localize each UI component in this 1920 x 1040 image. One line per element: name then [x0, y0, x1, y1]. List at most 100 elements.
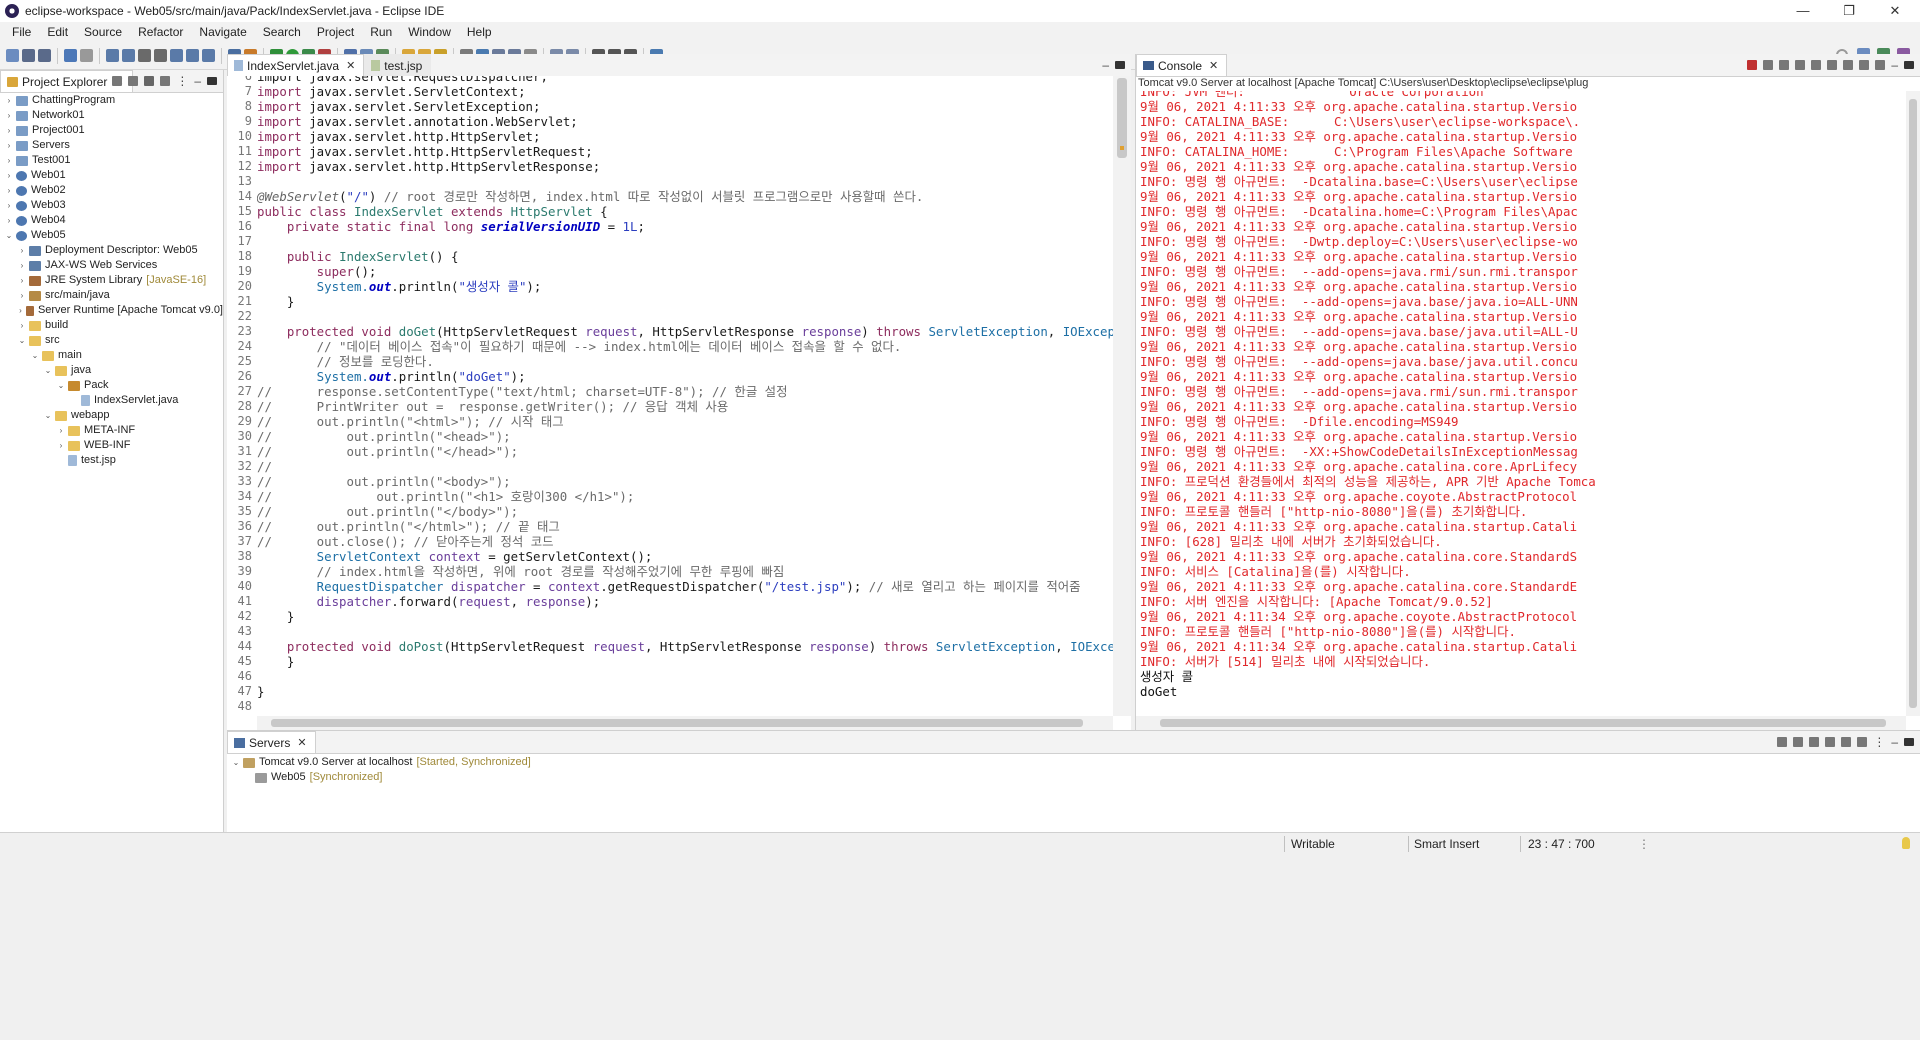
expand-arrow-icon[interactable]: ›: [17, 273, 27, 288]
status-menu-icon[interactable]: ⋮: [1638, 837, 1650, 851]
link-with-editor-icon[interactable]: [128, 76, 139, 86]
resume-icon[interactable]: [106, 49, 119, 62]
start-server-icon[interactable]: [1809, 737, 1820, 747]
pin-console-icon[interactable]: [1843, 60, 1854, 70]
tree-item[interactable]: › Test001: [0, 153, 223, 168]
skip-breakpoints-icon[interactable]: [80, 49, 93, 62]
maximize-view-icon[interactable]: [1904, 738, 1914, 746]
tree-item[interactable]: ⌄ Pack: [0, 378, 223, 393]
menu-help[interactable]: Help: [459, 25, 500, 39]
tree-item[interactable]: › Deployment Descriptor: Web05: [0, 243, 223, 258]
step-into-icon[interactable]: [170, 49, 183, 62]
collapse-all-icon[interactable]: [112, 76, 123, 86]
tab-console[interactable]: Console ✕: [1136, 54, 1228, 76]
profile-server-icon[interactable]: [1825, 737, 1836, 747]
close-icon[interactable]: ✕: [297, 736, 306, 749]
tree-item[interactable]: › ChattingProgram: [0, 93, 223, 108]
expand-arrow-icon[interactable]: ›: [56, 438, 66, 453]
collapse-arrow-icon[interactable]: ⌄: [56, 378, 66, 393]
scroll-thumb[interactable]: [1160, 719, 1886, 727]
maximize-button[interactable]: ❐: [1826, 0, 1872, 22]
suspend-icon[interactable]: [122, 49, 135, 62]
minimize-view-icon[interactable]: –: [194, 74, 201, 88]
remove-launch-icon[interactable]: [1763, 60, 1774, 70]
expand-arrow-icon[interactable]: ›: [4, 138, 14, 153]
tree-item[interactable]: › build: [0, 318, 223, 333]
tree-item[interactable]: › Server Runtime [Apache Tomcat v9.0]: [0, 303, 223, 318]
menu-source[interactable]: Source: [76, 25, 130, 39]
menu-file[interactable]: File: [4, 25, 39, 39]
collapse-arrow-icon[interactable]: ⌄: [17, 333, 27, 348]
collapse-arrow-icon[interactable]: ⌄: [30, 348, 40, 363]
terminate-icon[interactable]: [138, 49, 151, 62]
scroll-thumb[interactable]: [1909, 99, 1917, 708]
close-icon[interactable]: ✕: [1209, 59, 1218, 72]
save-icon[interactable]: [22, 49, 35, 62]
tree-item[interactable]: › WEB-INF: [0, 438, 223, 453]
tree-item[interactable]: › src/main/java: [0, 288, 223, 303]
tree-item[interactable]: › Web03: [0, 198, 223, 213]
open-console-icon[interactable]: [1875, 60, 1886, 70]
step-over-icon[interactable]: [186, 49, 199, 62]
collapse-all-icon[interactable]: [1777, 737, 1788, 747]
expand-arrow-icon[interactable]: ›: [4, 153, 14, 168]
expand-arrow-icon[interactable]: ›: [4, 183, 14, 198]
code-area[interactable]: 6 7 8 9 10 11 12 13 14 15 16 17 18 19 20 21 22 23 24 25 26 27…: [227, 76, 1131, 730]
close-icon[interactable]: ✕: [346, 59, 355, 72]
stop-server-icon[interactable]: [1841, 737, 1852, 747]
collapse-arrow-icon[interactable]: ⌄: [43, 363, 53, 378]
collapse-arrow-icon[interactable]: ⌄: [4, 228, 14, 243]
tab-indexservlet-java[interactable]: IndexServlet.java ✕: [227, 54, 365, 76]
lightbulb-icon[interactable]: [1902, 837, 1910, 849]
tree-item[interactable]: › Project001: [0, 123, 223, 138]
maximize-view-icon[interactable]: [1115, 61, 1125, 69]
editor-horizontal-scrollbar[interactable]: [257, 716, 1113, 730]
tree-item[interactable]: › Web02: [0, 183, 223, 198]
minimize-view-icon[interactable]: –: [1102, 58, 1109, 72]
scroll-lock-icon[interactable]: [1811, 60, 1822, 70]
console-vertical-scrollbar[interactable]: [1906, 91, 1920, 716]
console-horizontal-scrollbar[interactable]: [1136, 716, 1906, 730]
expand-arrow-icon[interactable]: ⌄: [231, 755, 241, 770]
server-row[interactable]: ⌄ Tomcat v9.0 Server at localhost [Start…: [231, 755, 531, 770]
tab-servers[interactable]: Servers ✕: [227, 731, 316, 753]
menu-search[interactable]: Search: [255, 25, 309, 39]
word-wrap-icon[interactable]: [1827, 60, 1838, 70]
expand-arrow-icon[interactable]: ›: [17, 303, 24, 318]
view-menu-icon[interactable]: ⋮: [176, 74, 188, 88]
tree-item[interactable]: › JAX-WS Web Services: [0, 258, 223, 273]
debug-server-icon[interactable]: [1793, 737, 1804, 747]
expand-arrow-icon[interactable]: ›: [56, 423, 66, 438]
server-module-row[interactable]: Web05 [Synchronized]: [253, 770, 382, 785]
expand-arrow-icon[interactable]: ›: [17, 288, 27, 303]
tree-item[interactable]: test.jsp: [0, 453, 223, 468]
disconnect-icon[interactable]: [154, 49, 167, 62]
tree-item[interactable]: › Web04: [0, 213, 223, 228]
save-all-icon[interactable]: [38, 49, 51, 62]
tree-item[interactable]: › META-INF: [0, 423, 223, 438]
maximize-view-icon[interactable]: [1904, 61, 1914, 69]
expand-arrow-icon[interactable]: ›: [4, 213, 14, 228]
expand-arrow-icon[interactable]: ›: [17, 318, 27, 333]
menu-edit[interactable]: Edit: [39, 25, 76, 39]
menu-navigate[interactable]: Navigate: [191, 25, 254, 39]
tree-item[interactable]: › Network01: [0, 108, 223, 123]
terminal-icon[interactable]: [64, 49, 77, 62]
remove-all-icon[interactable]: [1779, 60, 1790, 70]
expand-arrow-icon[interactable]: ›: [4, 168, 14, 183]
expand-arrow-icon[interactable]: ›: [4, 123, 14, 138]
menu-project[interactable]: Project: [309, 25, 362, 39]
view-menu-icon[interactable]: ⋮: [1873, 735, 1885, 749]
new-icon[interactable]: [6, 49, 19, 62]
tree-item[interactable]: IndexServlet.java: [0, 393, 223, 408]
menu-window[interactable]: Window: [400, 25, 459, 39]
editor-vertical-scrollbar[interactable]: [1113, 76, 1131, 716]
terminate-icon[interactable]: [1747, 60, 1758, 70]
tree-item[interactable]: ⌄ webapp: [0, 408, 223, 423]
menu-refactor[interactable]: Refactor: [130, 25, 191, 39]
tree-item[interactable]: ⌄ Web05: [0, 228, 223, 243]
minimize-view-icon[interactable]: –: [1891, 58, 1898, 72]
collapse-arrow-icon[interactable]: ⌄: [43, 408, 53, 423]
console-output[interactable]: INFO: JVM 벤더: Oracle Corporation 9월 06, 2…: [1136, 91, 1906, 716]
status-insert-mode[interactable]: Smart Insert: [1414, 837, 1479, 851]
